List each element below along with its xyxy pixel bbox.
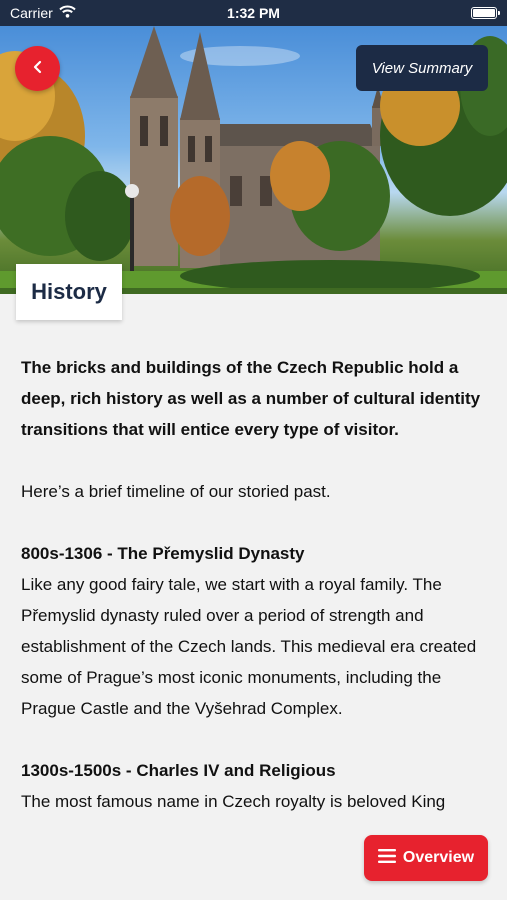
overview-button[interactable]: Overview [364,835,488,881]
wifi-icon [59,5,76,21]
article-content: The bricks and buildings of the Czech Re… [21,352,491,817]
era-body: Like any good fairy tale, we start with … [21,575,477,718]
chevron-left-icon [32,59,44,78]
view-summary-button[interactable]: View Summary [356,45,488,91]
intro-paragraph: The bricks and buildings of the Czech Re… [21,358,481,439]
back-button[interactable] [15,46,60,91]
menu-icon [377,848,396,869]
clock: 1:32 PM [227,5,280,21]
overview-label: Overview [402,849,475,866]
battery-level [473,9,495,17]
carrier-label: Carrier [10,5,53,21]
status-bar: Carrier 1:32 PM [0,0,507,26]
timeline-era: 1300s-1500s - Charles IV and Religious T… [21,755,491,817]
battery-icon [471,7,500,19]
era-title: 1300s-1500s - Charles IV and Religious [21,761,336,780]
timeline-intro: Here’s a brief timeline of our storied p… [21,482,331,501]
section-tab-history: History [16,264,122,320]
timeline-era: 800s-1306 - The Přemyslid Dynasty Like a… [21,538,491,724]
era-body: The most famous name in Czech royalty is… [21,792,446,811]
status-left: Carrier [10,5,76,21]
era-title: 800s-1306 - The Přemyslid Dynasty [21,544,305,563]
